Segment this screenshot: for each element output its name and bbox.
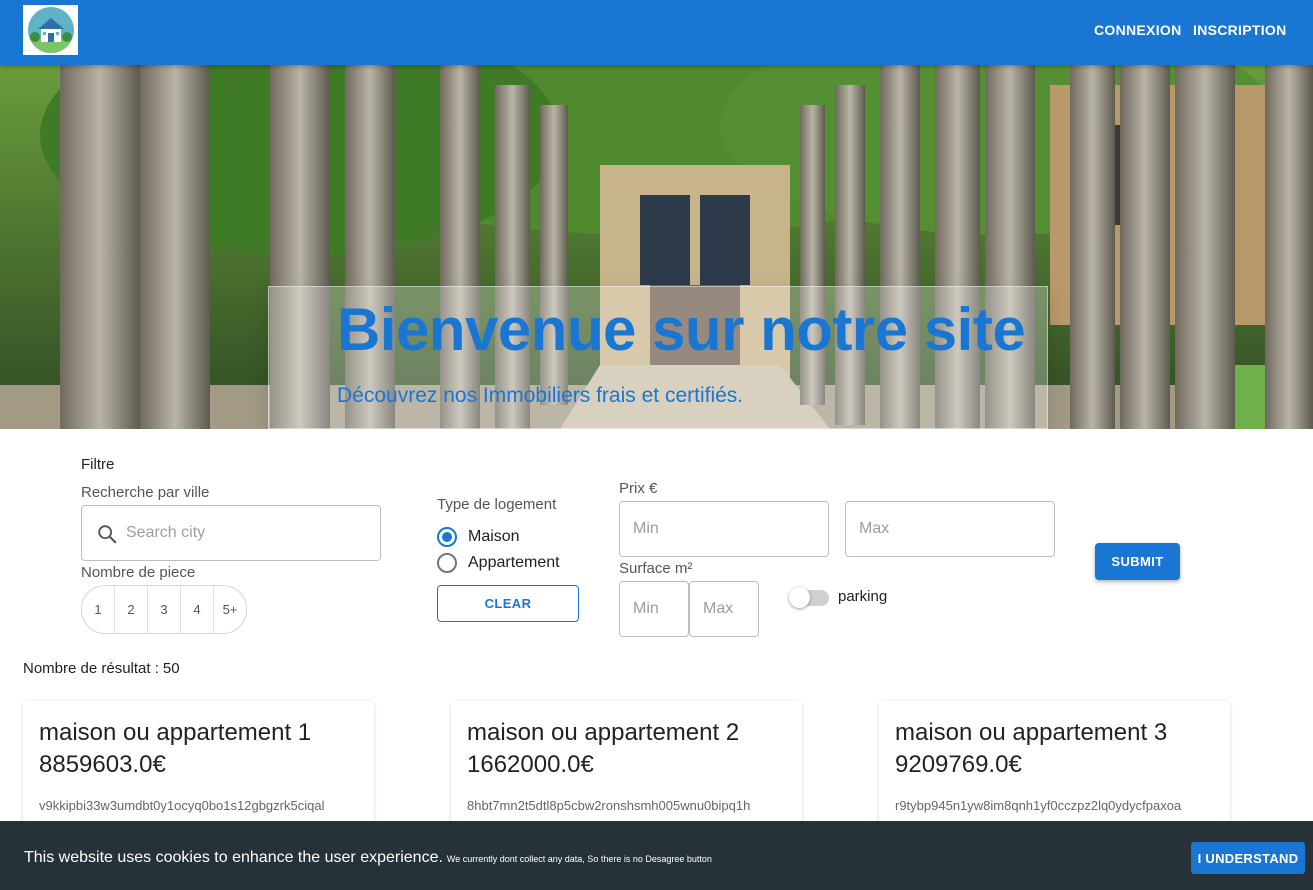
listing-card[interactable]: maison ou appartement 2 1662000.0€ 8hbt7…: [451, 701, 802, 831]
cookie-note: We currently dont collect any data, So t…: [446, 854, 712, 864]
cookie-banner: This website uses cookies to enhance the…: [0, 821, 1313, 890]
hero-subtitle: Découvrez nos Immobiliers frais et certi…: [337, 384, 744, 407]
surface-min-field: [619, 581, 689, 637]
results-number: 50: [162, 660, 180, 677]
cookie-message: This website uses cookies to enhance the…: [24, 849, 712, 867]
city-search-label: Recherche par ville: [81, 484, 210, 501]
listing-id: r9tybp945n1yw8im8qnh1yf0cczpz2lq0ydycfpa…: [895, 798, 1182, 813]
listing-title: maison ou appartement 2: [467, 719, 740, 746]
app-bar: CONNEXION INSCRIPTION: [0, 0, 1313, 65]
rooms-option-3[interactable]: 3: [148, 586, 181, 633]
radio-checked-icon: [437, 527, 457, 547]
radio-appartement[interactable]: Appartement: [437, 553, 560, 573]
radio-appartement-label: Appartement: [468, 554, 560, 571]
results-count: Nombre de résultat :50: [23, 660, 180, 677]
rooms-option-5-plus[interactable]: 5+: [214, 586, 246, 633]
house-logo-icon: [27, 7, 74, 53]
clear-button[interactable]: CLEAR: [437, 585, 579, 622]
rooms-option-4[interactable]: 4: [181, 586, 214, 633]
listing-title: maison ou appartement 3: [895, 719, 1168, 746]
search-city-input[interactable]: [126, 518, 366, 548]
radio-maison[interactable]: Maison: [437, 527, 520, 547]
rooms-option-2[interactable]: 2: [115, 586, 148, 633]
surface-max-field: [689, 581, 759, 637]
radio-unchecked-icon: [437, 553, 457, 573]
price-min-input[interactable]: [633, 516, 800, 542]
listing-price: 9209769.0€: [895, 751, 1022, 778]
rooms-label: Nombre de piece: [81, 564, 196, 581]
cookie-accept-button[interactable]: I UNDERSTAND: [1191, 842, 1305, 874]
hero-caption: Bienvenue sur notre site Découvrez nos I…: [268, 286, 1048, 429]
listing-price: 1662000.0€: [467, 751, 594, 778]
listing-id: v9kkipbi33w3umdbt0y1ocyq0bo1s12gbgzrk5ci…: [39, 798, 325, 813]
rooms-option-1[interactable]: 1: [82, 586, 115, 633]
parking-switch[interactable]: [789, 585, 829, 609]
price-max-input[interactable]: [859, 516, 1026, 542]
surface-max-input[interactable]: [703, 596, 753, 622]
signup-link[interactable]: INSCRIPTION: [1193, 22, 1287, 38]
switch-thumb: [789, 587, 810, 608]
filter-heading: Filtre: [81, 456, 115, 473]
surface-min-input[interactable]: [633, 596, 683, 622]
city-search-field: [81, 505, 381, 561]
price-label: Prix €: [619, 480, 658, 497]
hero-title: Bienvenue sur notre site: [337, 296, 1026, 363]
cookie-main-text: This website uses cookies to enhance the…: [24, 849, 443, 866]
radio-maison-label: Maison: [468, 528, 520, 545]
price-max-field: [845, 501, 1055, 557]
listing-price: 8859603.0€: [39, 751, 166, 778]
listing-card[interactable]: maison ou appartement 1 8859603.0€ v9kki…: [23, 701, 374, 831]
results-label: Nombre de résultat :: [23, 660, 159, 677]
price-min-field: [619, 501, 829, 557]
rooms-toggle-group: 1 2 3 4 5+: [81, 585, 247, 634]
login-link[interactable]: CONNEXION: [1094, 22, 1182, 38]
parking-label: parking: [838, 588, 888, 605]
surface-label: Surface m²: [619, 560, 693, 577]
submit-button[interactable]: SUBMIT: [1095, 543, 1180, 580]
listing-title: maison ou appartement 1: [39, 719, 312, 746]
search-icon: [98, 525, 117, 544]
housing-type-label: Type de logement: [437, 496, 557, 513]
hero-banner: Bienvenue sur notre site Découvrez nos I…: [0, 65, 1313, 429]
site-logo[interactable]: [23, 5, 78, 55]
listing-card[interactable]: maison ou appartement 3 9209769.0€ r9tyb…: [879, 701, 1230, 831]
listing-id: 8hbt7mn2t5dtl8p5cbw2ronshsmh005wnu0bipq1…: [467, 798, 751, 813]
